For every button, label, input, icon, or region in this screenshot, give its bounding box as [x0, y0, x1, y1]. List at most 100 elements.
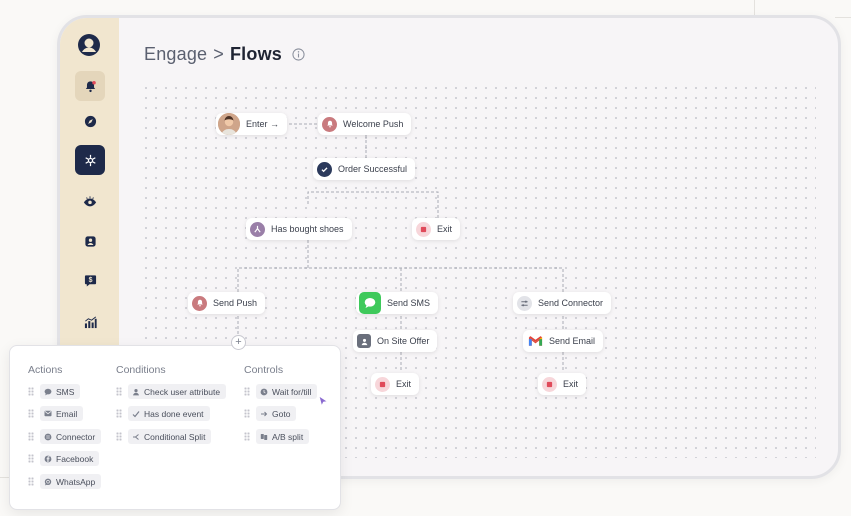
palette-item-connector[interactable]: Connector [40, 429, 102, 444]
network-icon [84, 154, 96, 166]
add-step-button[interactable]: + [231, 335, 246, 350]
palette-item-label: Conditional Split [144, 431, 206, 442]
node-label: Exit [563, 379, 579, 389]
node-label: Enter → [246, 119, 280, 129]
actions-heading: Actions [28, 364, 63, 376]
palette-item-label: A/B split [272, 431, 304, 442]
flow-node-send-email[interactable]: Send Email [523, 330, 604, 352]
breadcrumb-separator: > [213, 44, 224, 64]
palette-item-label: WhatsApp [56, 476, 96, 487]
user-avatar [218, 113, 240, 135]
bell-icon [85, 80, 96, 92]
node-label: Send Email [549, 336, 596, 346]
palette-item-ab-split[interactable]: A/B split [256, 429, 310, 444]
flow-node-has-bought-shoes[interactable]: Has bought shoes [246, 218, 352, 240]
breadcrumb-flows: Flows [229, 44, 282, 64]
breadcrumb-engage[interactable]: Engage [144, 44, 207, 65]
sidebar-item-flows[interactable] [75, 145, 105, 175]
clock-icon [260, 388, 268, 396]
sms-icon [44, 388, 52, 396]
sidebar-item-compass[interactable] [75, 106, 105, 136]
user-icon [132, 388, 140, 396]
info-icon[interactable] [292, 48, 305, 61]
flow-node-welcome-push[interactable]: Welcome Push [318, 113, 412, 135]
drag-handle-icon[interactable] [244, 409, 250, 418]
palette-item-label: Wait for/till [272, 386, 312, 397]
facebook-icon [44, 455, 52, 463]
flow-node-send-connector[interactable]: Send Connector [513, 292, 612, 314]
palette-item-label: Email [56, 408, 78, 419]
drag-handle-icon[interactable] [116, 387, 122, 396]
palette-item-label: Has done event [144, 408, 204, 419]
mouse-cursor-icon [318, 395, 329, 408]
node-label: Send Connector [538, 298, 604, 308]
drag-handle-icon[interactable] [28, 454, 34, 463]
node-label: Exit [437, 224, 453, 234]
palette-item-label: Facebook [56, 453, 94, 464]
drag-handle-icon[interactable] [28, 432, 34, 441]
exit-stop-icon [375, 376, 390, 392]
palette-item-label: Connector [56, 431, 96, 442]
palette-item-facebook[interactable]: Facebook [40, 451, 100, 466]
compass-icon [84, 115, 96, 127]
node-label: Welcome Push [343, 119, 404, 129]
drag-handle-icon[interactable] [116, 432, 122, 441]
palette-item-label: Check user attribute [144, 386, 221, 397]
svg-text:$: $ [88, 277, 92, 284]
flow-node-exit-mid[interactable]: Exit [371, 373, 420, 395]
node-label: Send SMS [387, 298, 431, 308]
palette-item-conditional-split[interactable]: Conditional Split [128, 429, 212, 444]
page-title: Engage > Flows [144, 44, 305, 65]
sidebar-item-eye[interactable] [75, 186, 105, 216]
node-label: Has bought shoes [271, 224, 344, 234]
push-notification-icon [192, 295, 207, 311]
flow-node-enter[interactable]: Enter → [216, 113, 288, 135]
palette-item-goto[interactable]: Goto [256, 406, 297, 421]
exit-stop-icon [542, 376, 557, 392]
palette-item-sms[interactable]: SMS [40, 384, 81, 399]
palette-item-check-user-attribute[interactable]: Check user attribute [128, 384, 227, 399]
palette-item-email[interactable]: Email [40, 406, 84, 421]
conditions-heading: Conditions [116, 364, 166, 376]
palette-item-has-done-event[interactable]: Has done event [128, 406, 210, 421]
sidebar-item-user-badge[interactable] [75, 226, 105, 256]
flow-node-on-site-offer[interactable]: On Site Offer [353, 330, 438, 352]
flow-node-exit-right[interactable]: Exit [538, 373, 587, 395]
node-label: On Site Offer [377, 336, 430, 346]
flow-node-exit-top[interactable]: Exit [412, 218, 461, 240]
palette-item-whatsapp[interactable]: WhatsApp [40, 474, 102, 489]
email-icon [44, 410, 52, 418]
node-label: Order Successful [338, 164, 408, 174]
drag-handle-icon[interactable] [244, 432, 250, 441]
palette-item-label: Goto [272, 408, 291, 419]
dollar-icon: $ [84, 274, 96, 287]
palette-item-label: SMS [56, 386, 75, 397]
profile-logo-icon[interactable] [77, 33, 101, 57]
user-badge-icon [84, 235, 96, 247]
controls-heading: Controls [244, 364, 284, 376]
gmail-icon [527, 334, 543, 348]
ab-split-icon [260, 433, 268, 441]
sidebar-item-analytics[interactable] [75, 307, 105, 337]
connector-icon [44, 433, 52, 441]
checkmark-icon [132, 410, 140, 418]
on-site-offer-icon [357, 334, 371, 348]
flow-node-order-successful[interactable]: Order Successful [313, 158, 416, 180]
flow-node-send-sms[interactable]: Send SMS [356, 292, 439, 314]
drag-handle-icon[interactable] [116, 409, 122, 418]
node-label: Send Push [213, 298, 258, 308]
palette-item-wait-for-till[interactable]: Wait for/till [256, 384, 318, 399]
drag-handle-icon[interactable] [244, 387, 250, 396]
drag-handle-icon[interactable] [28, 387, 34, 396]
sms-bubble-icon [359, 292, 381, 314]
split-icon [132, 433, 140, 441]
flow-node-send-push[interactable]: Send Push [188, 292, 266, 314]
sidebar-item-notifications[interactable] [75, 71, 105, 101]
sidebar-item-payments[interactable]: $ [75, 265, 105, 295]
node-palette-panel: Actions Conditions Controls SMS Email Co… [9, 345, 341, 510]
arrow-right-icon [260, 410, 268, 418]
exit-stop-icon [416, 221, 431, 237]
drag-handle-icon[interactable] [28, 409, 34, 418]
eye-icon [83, 195, 97, 206]
drag-handle-icon[interactable] [28, 477, 34, 486]
